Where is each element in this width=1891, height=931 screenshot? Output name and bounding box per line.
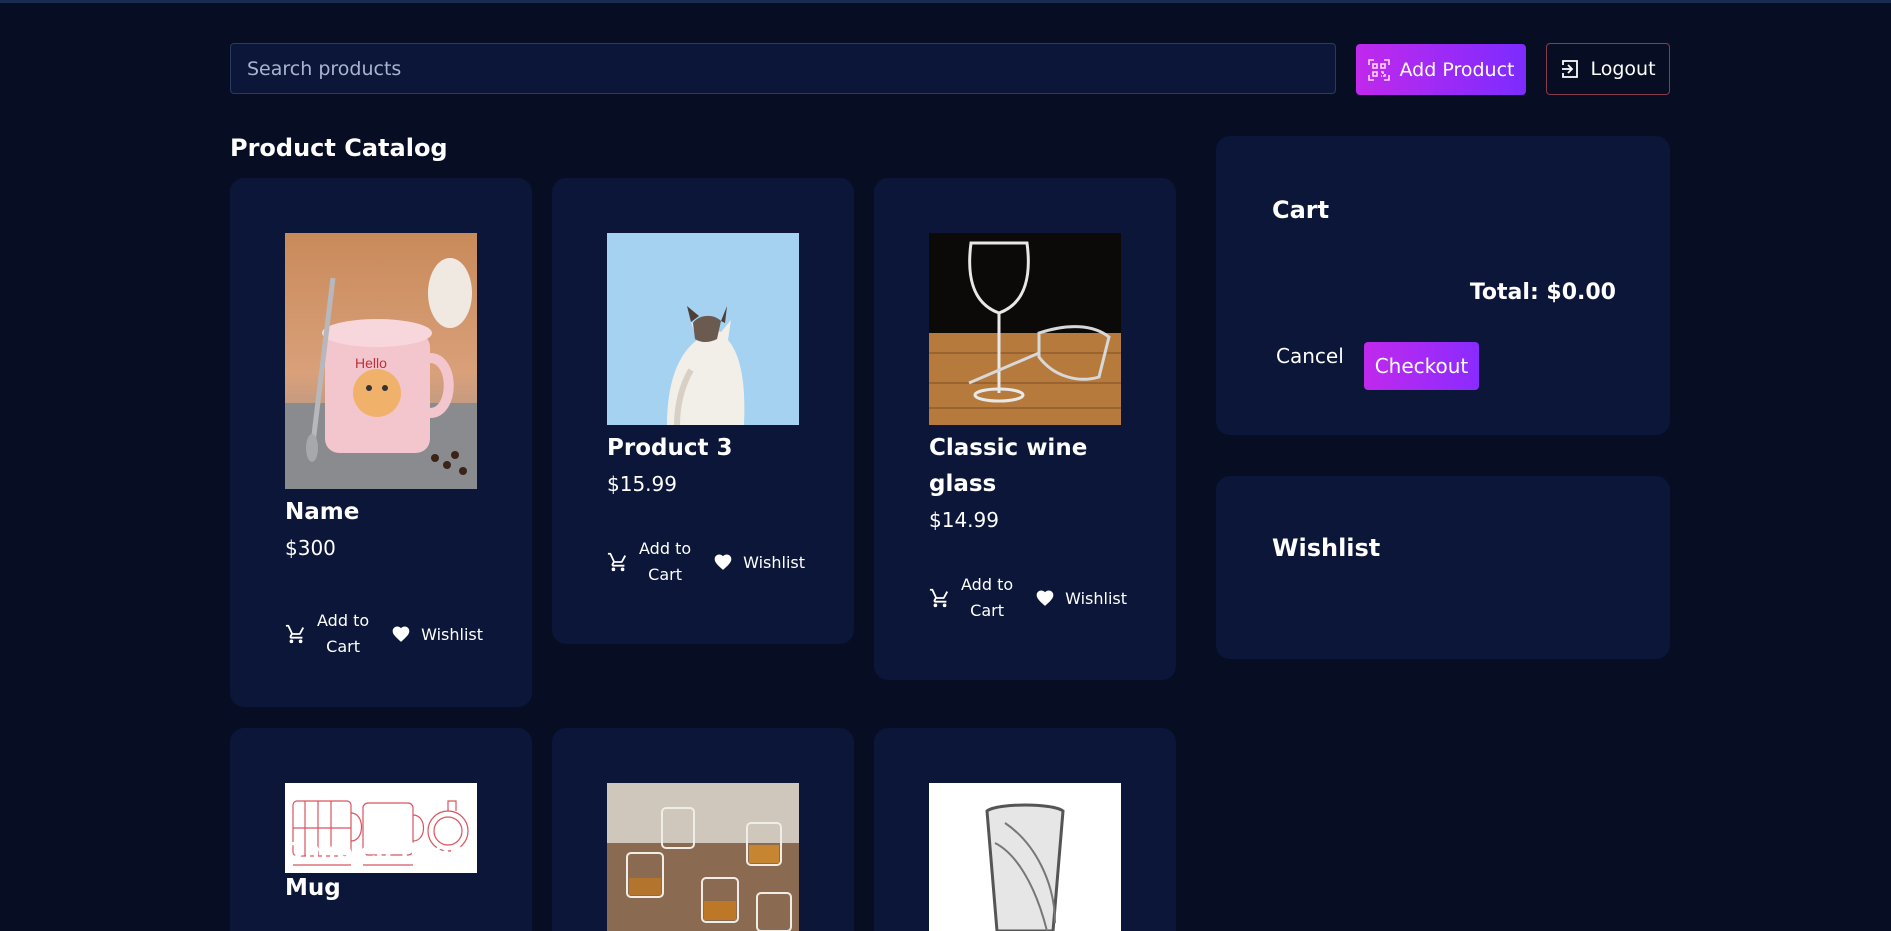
- cart-title: Cart: [1272, 196, 1330, 224]
- wishlist-label: Wishlist: [743, 552, 806, 572]
- product-image-cat: [607, 233, 799, 425]
- cancel-button[interactable]: Cancel: [1276, 344, 1344, 368]
- cart-icon: [285, 624, 305, 644]
- svg-text:Hello: Hello: [355, 355, 387, 371]
- wishlist-title: Wishlist: [1272, 534, 1381, 562]
- wishlist-label: Wishlist: [1065, 588, 1128, 608]
- logout-icon: [1562, 60, 1579, 78]
- wishlist-panel: Wishlist: [1216, 476, 1670, 659]
- product-price: $14.99: [929, 508, 999, 532]
- product-price: $300: [285, 536, 336, 560]
- logout-button[interactable]: Logout: [1546, 43, 1670, 95]
- product-image-wine-glass: [929, 233, 1121, 425]
- product-card: [552, 728, 854, 931]
- add-to-cart-label: Cart: [326, 637, 360, 656]
- cart-icon: [607, 552, 627, 572]
- page-title: Product Catalog: [230, 134, 448, 162]
- product-name: Classic wine glass: [929, 435, 1088, 497]
- add-product-button[interactable]: Add Product: [1356, 44, 1526, 95]
- heart-icon: [392, 626, 410, 642]
- qr-code-icon: [1367, 58, 1390, 81]
- add-to-cart-label: Add to: [317, 611, 370, 630]
- cart-panel: Cart Total: $0.00 Cancel Checkout: [1216, 136, 1670, 435]
- product-price: $15.99: [607, 472, 677, 496]
- add-to-cart-button[interactable]: Add to Cart: [285, 608, 369, 660]
- wishlist-button[interactable]: Wishlist: [713, 552, 805, 572]
- add-to-cart-label: Cart: [970, 601, 1004, 620]
- product-name: Product 3: [607, 435, 733, 461]
- top-border: [0, 0, 1891, 3]
- wishlist-label: Wishlist: [421, 624, 484, 644]
- product-name: Dimbled Beer Mug: [285, 839, 461, 901]
- product-image-mug: Hello: [285, 233, 477, 489]
- cart-total: Total: $0.00: [1469, 280, 1616, 305]
- wishlist-button[interactable]: Wishlist: [391, 624, 483, 644]
- product-card: Hello Name $300 Add to Cart Wishlist: [230, 178, 532, 707]
- add-product-label: Add Product: [1399, 58, 1515, 81]
- heart-icon: [1036, 590, 1054, 606]
- add-to-cart-label: Cart: [648, 565, 682, 584]
- logout-label: Logout: [1590, 58, 1656, 80]
- add-to-cart-button[interactable]: Add to Cart: [929, 572, 1013, 624]
- heart-icon: [714, 554, 732, 570]
- add-to-cart-button[interactable]: Add to Cart: [607, 536, 691, 588]
- search-input[interactable]: Search products: [230, 43, 1336, 94]
- add-to-cart-label: Add to: [961, 575, 1014, 594]
- product-card: Classic wine glass $14.99 Add to Cart Wis…: [874, 178, 1176, 680]
- product-image-whiskey-glasses: [607, 783, 799, 931]
- cart-icon: [929, 588, 949, 608]
- product-name: Name: [285, 499, 360, 525]
- wishlist-button[interactable]: Wishlist: [1035, 588, 1127, 608]
- product-card: Dimbled Beer Mug: [230, 728, 532, 931]
- product-card: Product 3 $15.99 Add to Cart Wishlist: [552, 178, 854, 644]
- checkout-button[interactable]: Checkout: [1364, 342, 1479, 390]
- add-to-cart-label: Add to: [639, 539, 692, 558]
- product-card: [874, 728, 1176, 931]
- product-image-shot-glass: [929, 783, 1121, 931]
